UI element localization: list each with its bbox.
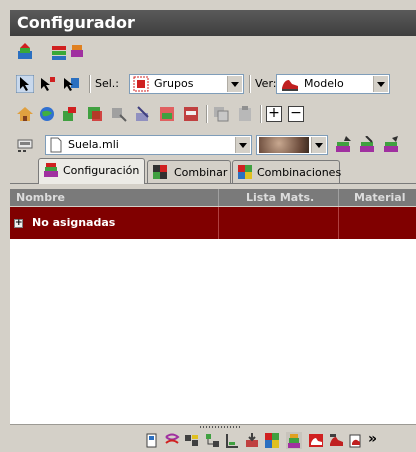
assign-icon[interactable] bbox=[86, 105, 104, 123]
chevron-down-icon[interactable] bbox=[235, 137, 250, 153]
groups-icon bbox=[133, 76, 149, 92]
top-toolbar bbox=[10, 40, 416, 64]
table-header: Nombre Lista Mats. Material bbox=[10, 189, 416, 206]
paste-icon[interactable] bbox=[236, 105, 254, 123]
shoe-layers-icon[interactable] bbox=[328, 432, 344, 449]
unassign-icon[interactable] bbox=[110, 105, 128, 123]
selection-toolbar: Sel.: Grupos Ver: Modelo bbox=[10, 72, 416, 96]
add-button[interactable]: + bbox=[266, 106, 282, 122]
sel-value: Grupos bbox=[154, 77, 194, 90]
shoe-model-icon bbox=[282, 80, 298, 91]
more-icon[interactable]: » bbox=[368, 431, 377, 447]
grip-icon bbox=[200, 426, 240, 428]
bottom-toolbar: » bbox=[10, 430, 416, 452]
chevron-down-icon[interactable] bbox=[227, 76, 242, 92]
window-title: Configurador bbox=[10, 10, 416, 36]
row-name: No asignadas bbox=[32, 216, 116, 229]
tab-label: Configuración bbox=[63, 164, 140, 177]
tab-label: Combinar bbox=[174, 166, 228, 179]
keyboard-icon[interactable] bbox=[16, 136, 34, 154]
home-icon[interactable] bbox=[16, 105, 34, 123]
file-toolbar: Suela.mli bbox=[10, 133, 416, 157]
file-dropdown[interactable]: Suela.mli bbox=[45, 135, 252, 155]
config-icon bbox=[44, 163, 58, 177]
ver-value: Modelo bbox=[304, 77, 344, 90]
copy-icon[interactable] bbox=[212, 105, 230, 123]
select-arrow-icon[interactable] bbox=[16, 75, 34, 93]
chevron-down-icon[interactable] bbox=[311, 137, 326, 153]
globe-icon[interactable] bbox=[38, 105, 56, 123]
layers-stack-icon[interactable] bbox=[50, 43, 68, 61]
column-header-lista-mats[interactable]: Lista Mats. bbox=[246, 191, 314, 204]
layers-up-icon[interactable] bbox=[16, 43, 34, 61]
paint-icon[interactable] bbox=[60, 105, 78, 123]
edit-toolbar: + − bbox=[10, 102, 416, 126]
column-header-nombre[interactable]: Nombre bbox=[16, 191, 65, 204]
link-icon[interactable] bbox=[164, 432, 180, 449]
document-icon bbox=[50, 137, 62, 153]
magic-icon[interactable] bbox=[134, 105, 152, 123]
select-node-icon[interactable] bbox=[38, 75, 56, 93]
ruler-icon[interactable] bbox=[224, 432, 240, 449]
ver-label: Ver: bbox=[255, 77, 277, 90]
color-grid-icon[interactable] bbox=[264, 432, 280, 449]
import-icon[interactable] bbox=[244, 432, 260, 449]
tree-icon[interactable] bbox=[204, 432, 220, 449]
expand-toggle[interactable]: + bbox=[14, 219, 23, 228]
tab-label: Combinaciones bbox=[257, 166, 342, 179]
combinations-icon bbox=[238, 165, 252, 179]
table-row[interactable]: + No asignadas bbox=[10, 207, 416, 239]
column-header-material[interactable]: Material bbox=[354, 191, 405, 204]
stack-icon[interactable] bbox=[286, 432, 302, 449]
material-swatch-dropdown[interactable] bbox=[256, 135, 328, 155]
selection-dropdown[interactable]: Grupos bbox=[129, 74, 244, 94]
tab-combinar[interactable]: Combinar bbox=[147, 160, 231, 183]
material-a-icon[interactable] bbox=[158, 105, 176, 123]
shoe-print-icon[interactable] bbox=[348, 432, 364, 449]
sel-label: Sel.: bbox=[95, 77, 120, 90]
material-b-icon[interactable] bbox=[182, 105, 200, 123]
remove-button[interactable]: − bbox=[288, 106, 304, 122]
stack-import-icon[interactable] bbox=[358, 136, 376, 154]
stack-export-icon[interactable] bbox=[334, 136, 352, 154]
table-body[interactable] bbox=[10, 239, 416, 424]
chevron-down-icon[interactable] bbox=[373, 76, 388, 92]
red-shoe-icon[interactable] bbox=[308, 432, 324, 449]
select-multi-icon[interactable] bbox=[62, 75, 80, 93]
view-dropdown[interactable]: Modelo bbox=[276, 74, 390, 94]
combine-icon bbox=[153, 165, 167, 179]
door-icon[interactable] bbox=[144, 432, 160, 449]
tab-combinaciones[interactable]: Combinaciones bbox=[232, 160, 342, 183]
file-value: Suela.mli bbox=[68, 138, 119, 151]
material-swatch bbox=[259, 137, 309, 153]
tab-configuracion[interactable]: Configuración bbox=[38, 158, 145, 184]
merge-icon[interactable] bbox=[184, 432, 200, 449]
layers-up-icon[interactable] bbox=[68, 41, 86, 59]
stack-apply-icon[interactable] bbox=[382, 136, 400, 154]
